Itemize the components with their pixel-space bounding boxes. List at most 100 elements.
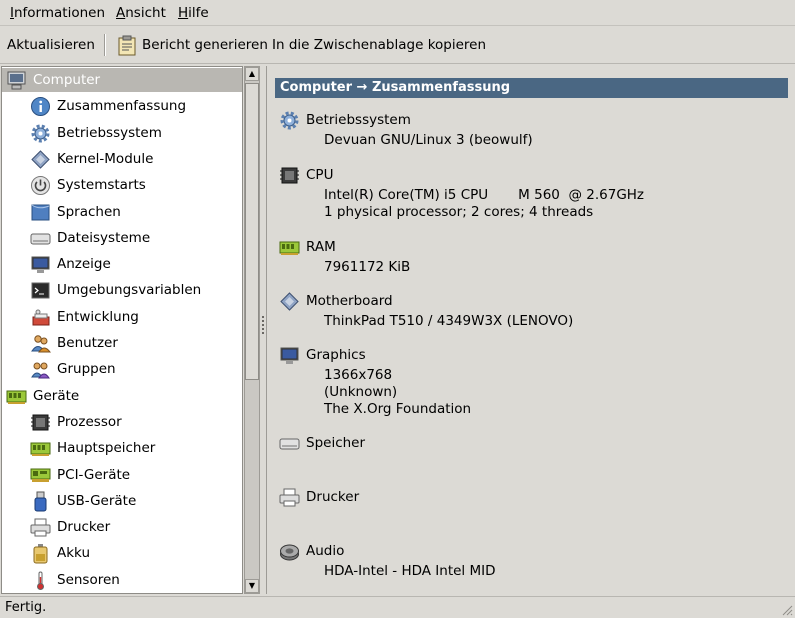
pane-resize-handle[interactable]	[261, 316, 265, 338]
sidebar-item-systemstarts[interactable]: Systemstarts	[2, 173, 242, 197]
sidebar-item-label: Kernel-Module	[57, 150, 154, 167]
sidebar-item-anzeige[interactable]: Anzeige	[2, 252, 242, 276]
toolbar-separator	[104, 34, 106, 56]
gear-icon	[31, 124, 50, 143]
sidebar-item-gruppen[interactable]: Gruppen	[2, 357, 242, 381]
computer-icon	[7, 71, 26, 90]
power-icon	[31, 176, 50, 196]
resize-grip-icon[interactable]	[781, 604, 793, 616]
copy-clipboard-button[interactable]: In die Zwischenablage kopieren	[272, 37, 486, 53]
module-icon	[31, 150, 50, 169]
sidebar-item-sprachen[interactable]: Sprachen	[2, 200, 242, 224]
section-title: Drucker	[306, 489, 360, 505]
page-title: Computer → Zusammenfassung	[275, 78, 788, 98]
sidebar-item-label: Benutzer	[57, 335, 118, 351]
users-icon	[31, 335, 51, 353]
section-value: HDA-Intel - HDA Intel MID	[324, 563, 496, 579]
battery-icon	[33, 544, 48, 564]
menu-mnemonic: H	[178, 5, 189, 21]
sidebar-item-label: Drucker	[57, 519, 111, 536]
sidebar-item-kernel-module[interactable]: Kernel-Module	[2, 147, 242, 171]
terminal-icon	[31, 282, 50, 299]
menu-informationen[interactable]: Informationen	[10, 5, 105, 21]
cpu-icon	[280, 167, 299, 184]
sidebar-item-benutzer[interactable]: Benutzer	[2, 331, 242, 355]
sidebar-item-hauptspeicher[interactable]: Hauptspeicher	[2, 436, 242, 460]
menu-label: nsicht	[125, 5, 166, 21]
cpu-icon	[31, 414, 50, 431]
sidebar-item-label: Sprachen	[57, 203, 121, 220]
section-value: ThinkPad T510 / 4349W3X (LENOVO)	[324, 313, 574, 329]
section-value: Devuan GNU/Linux 3 (beowulf)	[324, 132, 533, 148]
monitor-icon	[280, 347, 299, 364]
sidebar-item-sensoren[interactable]: Sensoren	[2, 568, 242, 592]
sidebar-item-label: Hauptspeicher	[57, 440, 156, 457]
gear-icon	[280, 111, 299, 130]
section-value: The X.Org Foundation	[324, 401, 472, 417]
drive-icon	[279, 438, 300, 450]
sidebar-item-label: Dateisysteme	[57, 229, 151, 246]
monitor-icon	[31, 256, 50, 274]
group-icon	[31, 362, 50, 379]
module-icon	[280, 292, 299, 311]
memory-icon	[30, 442, 51, 457]
sidebar-item-akku[interactable]: Akku	[2, 541, 242, 565]
sidebar-item-umgebungsvariablen[interactable]: Umgebungsvariablen	[2, 278, 242, 302]
menu-hilfe[interactable]: Hilfe	[178, 5, 209, 21]
sidebar-item-label: USB-Geräte	[57, 492, 137, 509]
sidebar-item-label: Entwicklung	[57, 308, 139, 325]
section-title: CPU	[306, 167, 334, 183]
sidebar-scrollbar[interactable]: ▲ ▼	[244, 66, 260, 594]
toolbar: Aktualisieren Bericht generieren In die …	[0, 27, 795, 64]
sidebar-item-computer[interactable]: Computer	[2, 68, 242, 92]
scrollbar-thumb[interactable]	[245, 83, 259, 380]
status-text: Fertig.	[5, 600, 47, 615]
section-title: Motherboard	[306, 293, 393, 309]
section-title: Graphics	[306, 347, 366, 363]
thermometer-icon	[37, 571, 44, 590]
refresh-button[interactable]: Aktualisieren	[7, 37, 95, 53]
sidebar-item-label: Systemstarts	[57, 177, 146, 194]
menu-label: ilfe	[188, 5, 209, 21]
scroll-down-arrow-icon[interactable]: ▼	[245, 579, 259, 593]
section-value: 1366x768	[324, 367, 393, 383]
sidebar-item-label: PCI-Geräte	[57, 466, 131, 483]
menu-mnemonic: A	[116, 5, 126, 21]
sidebar-item-geräte[interactable]: Geräte	[2, 384, 242, 408]
section-value: (Unknown)	[324, 384, 398, 400]
menu-ansicht[interactable]: Ansicht	[116, 5, 166, 21]
generate-report-button[interactable]: Bericht generieren	[142, 37, 268, 53]
sidebar-item-label: Betriebssystem	[57, 124, 162, 141]
sidebar-item-zusammenfassung[interactable]: Zusammenfassung	[2, 94, 242, 118]
sidebar-item-label: Sensoren	[57, 571, 120, 588]
sidebar-item-entwicklung[interactable]: Entwicklung	[2, 305, 242, 329]
scroll-up-arrow-icon[interactable]: ▲	[245, 67, 259, 81]
sidebar-item-label: Anzeige	[57, 256, 111, 273]
sidebar-item-betriebssystem[interactable]: Betriebssystem	[2, 121, 242, 145]
report-icon[interactable]	[118, 35, 136, 56]
flag-icon	[31, 204, 50, 220]
sidebar-item-usb-geräte[interactable]: USB-Geräte	[2, 489, 242, 513]
sidebar-item-pci-geräte[interactable]: PCI-Geräte	[2, 463, 242, 487]
sidebar-item-dateisysteme[interactable]: Dateisysteme	[2, 226, 242, 250]
sidebar-item-label: Geräte	[33, 387, 80, 404]
printer-icon	[30, 518, 51, 537]
sidebar-item-prozessor[interactable]: Prozessor	[2, 410, 242, 434]
section-title: RAM	[306, 239, 336, 255]
section-title: Audio	[306, 543, 345, 559]
audio-icon	[280, 544, 299, 561]
content-pane: Computer → Zusammenfassung Betriebssyste…	[266, 66, 795, 594]
sidebar-item-label: Akku	[57, 545, 91, 562]
sidebar-item-label: Prozessor	[57, 413, 122, 430]
menu-label: nformationen	[13, 5, 106, 21]
info-icon	[31, 97, 50, 117]
section-title: Betriebssystem	[306, 112, 411, 128]
sidebar-item-drucker[interactable]: Drucker	[2, 515, 242, 539]
sidebar-item-label: Zusammenfassung	[57, 98, 187, 115]
sidebar-tree[interactable]: Computer Zusammenfassung Betriebssystem Ker…	[1, 66, 243, 594]
statusbar: Fertig.	[0, 596, 795, 618]
section-value: Intel(R) Core(TM) i5 CPU M 560 @ 2.67GHz	[324, 187, 645, 203]
devices-icon	[6, 390, 27, 404]
menubar: Informationen Ansicht Hilfe	[0, 0, 795, 26]
memory-icon	[279, 241, 300, 255]
